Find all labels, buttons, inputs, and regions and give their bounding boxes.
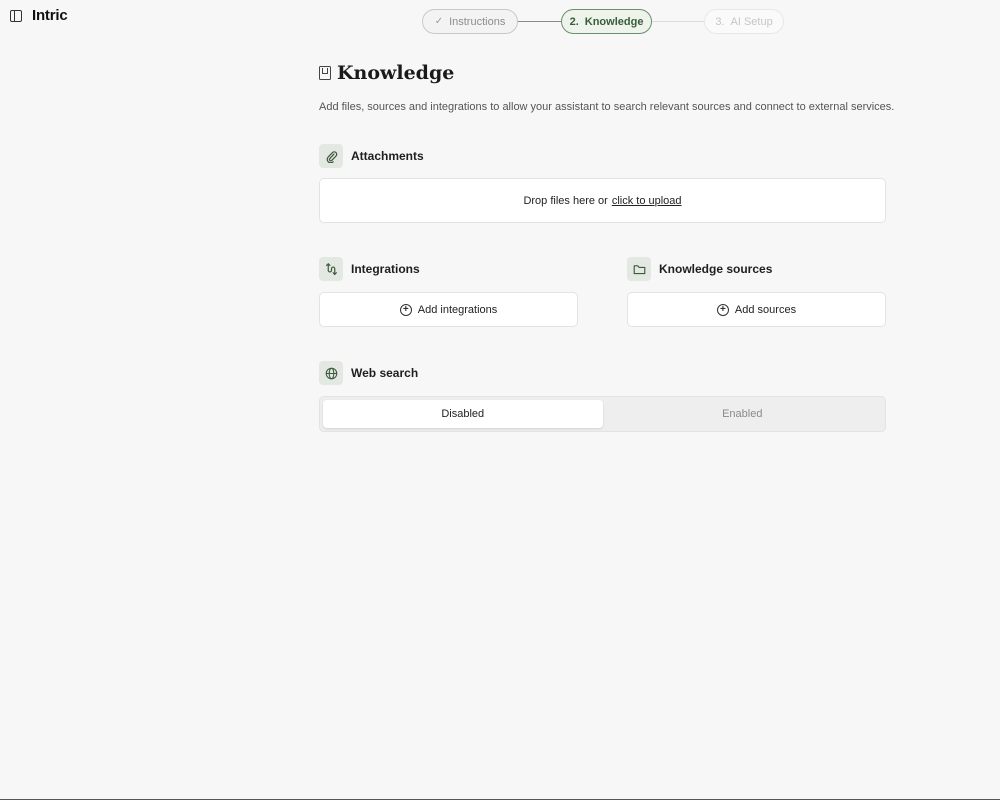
- add-integrations-button[interactable]: + Add integrations: [319, 292, 578, 327]
- section-title: Integrations: [351, 262, 420, 276]
- integrations-section: Integrations + Add integrations: [319, 257, 578, 327]
- page-header: Knowledge: [319, 62, 886, 84]
- section-header: Knowledge sources: [627, 257, 886, 281]
- step-number: 2.: [569, 15, 579, 28]
- book-icon: [319, 66, 331, 80]
- web-search-section: Web search Disabled Enabled: [319, 361, 886, 432]
- page-title: Knowledge: [337, 62, 455, 84]
- sidebar-toggle-icon[interactable]: [10, 9, 22, 22]
- section-header: Attachments: [319, 144, 886, 168]
- page-description: Add files, sources and integrations to a…: [319, 101, 895, 113]
- plus-circle-icon: +: [716, 303, 729, 316]
- step-connector: [518, 21, 561, 22]
- dropzone-text: Drop files here or: [523, 194, 608, 207]
- section-title: Knowledge sources: [659, 262, 773, 276]
- button-label: Add sources: [734, 303, 797, 316]
- web-search-toggle: Disabled Enabled: [319, 396, 886, 432]
- step-number: 3.: [715, 15, 725, 28]
- main-content: Knowledge Add files, sources and integra…: [319, 62, 895, 432]
- step-connector: [652, 21, 704, 22]
- file-dropzone[interactable]: Drop files here or click to upload: [319, 178, 886, 223]
- web-search-enabled-option[interactable]: Enabled: [603, 400, 883, 428]
- upload-link[interactable]: click to upload: [612, 195, 682, 207]
- globe-icon: [319, 361, 343, 385]
- step-label: Knowledge: [584, 15, 644, 28]
- section-title: Web search: [351, 366, 419, 380]
- folder-icon: [627, 257, 651, 281]
- section-header: Web search: [319, 361, 886, 385]
- step-instructions[interactable]: ✓ Instructions: [422, 9, 518, 34]
- integration-icon: [319, 257, 343, 281]
- step-ai-setup[interactable]: 3. AI Setup: [704, 9, 784, 34]
- add-sources-button[interactable]: + Add sources: [627, 292, 886, 327]
- integrations-and-sources: Integrations + Add integrations Knowledg…: [319, 257, 886, 327]
- check-icon: ✓: [434, 16, 444, 27]
- attachments-section: Attachments Drop files here or click to …: [319, 144, 886, 223]
- brand-logo: Intric: [32, 7, 68, 24]
- knowledge-sources-section: Knowledge sources + Add sources: [627, 257, 886, 327]
- section-title: Attachments: [351, 149, 424, 163]
- wizard-stepper: ✓ Instructions 2. Knowledge 3. AI Setup: [422, 9, 784, 34]
- topbar-left: Intric: [10, 7, 68, 24]
- app-root: Intric ✓ Instructions 2. Knowledge 3. AI…: [0, 0, 1000, 800]
- step-label: AI Setup: [730, 15, 773, 28]
- plus-circle-icon: +: [399, 303, 412, 316]
- web-search-disabled-option[interactable]: Disabled: [323, 400, 603, 428]
- step-knowledge[interactable]: 2. Knowledge: [561, 9, 652, 34]
- section-header: Integrations: [319, 257, 578, 281]
- step-label: Instructions: [449, 15, 506, 28]
- paperclip-icon: [319, 144, 343, 168]
- button-label: Add integrations: [417, 303, 498, 316]
